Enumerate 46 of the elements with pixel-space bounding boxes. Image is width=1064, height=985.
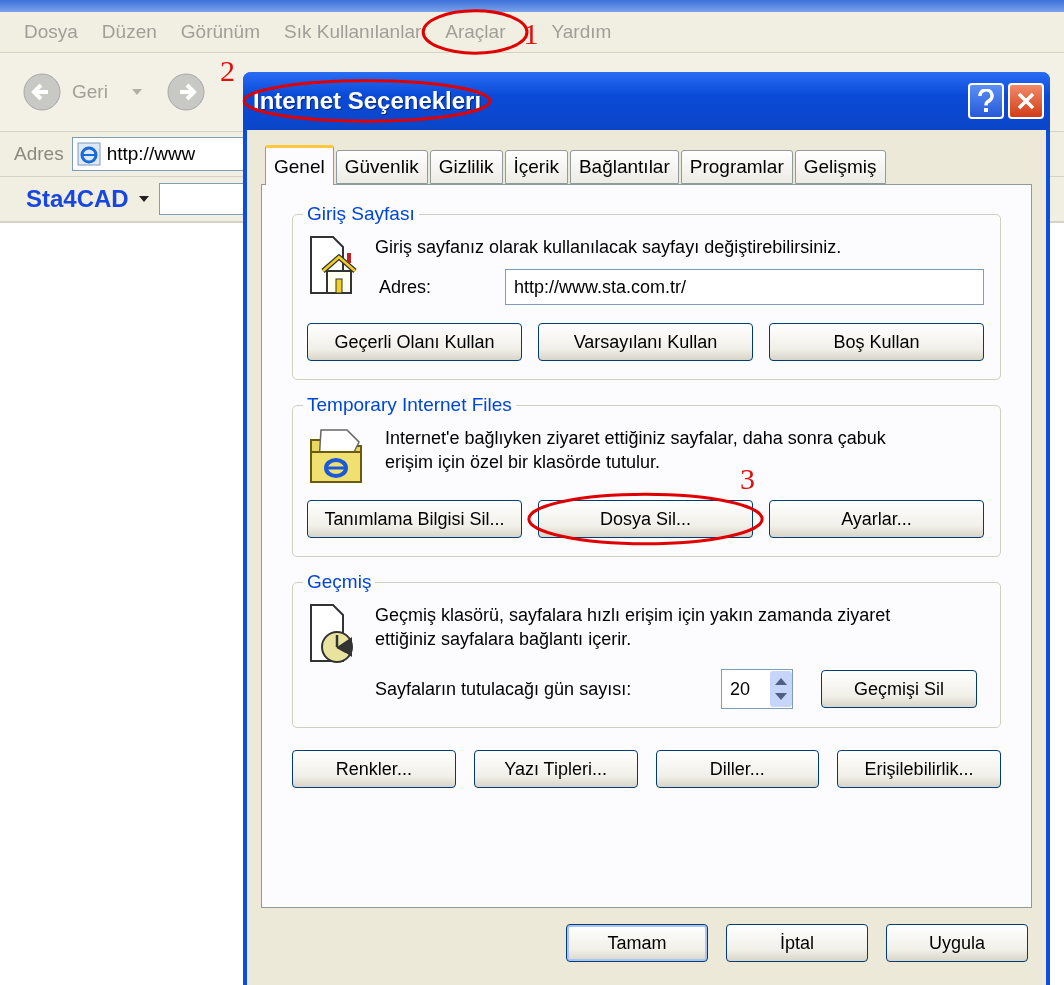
address-label: Adres: bbox=[378, 276, 433, 298]
help-button[interactable] bbox=[968, 83, 1004, 119]
annotation-number: 2 bbox=[220, 56, 235, 86]
clear-history-button[interactable]: Geçmişi Sil bbox=[821, 670, 977, 708]
action-button[interactable]: Diller... bbox=[655, 750, 820, 788]
tab[interactable]: Genel bbox=[265, 145, 334, 185]
help-icon bbox=[977, 89, 995, 113]
home-page-icon bbox=[307, 235, 359, 297]
action-button[interactable]: Tanımlama Bilgisi Sil... bbox=[307, 500, 522, 538]
window-title: Internet Seçenekleri bbox=[253, 87, 482, 115]
days-spinner[interactable]: 20 bbox=[721, 669, 793, 709]
days-label: Sayfaların tutulacağı gün sayısı: bbox=[375, 678, 633, 700]
tab[interactable]: Gelişmiş bbox=[794, 150, 886, 184]
action-button[interactable]: Dosya Sil... bbox=[538, 500, 753, 538]
tab[interactable]: Programlar bbox=[680, 150, 793, 184]
close-icon bbox=[1016, 91, 1036, 111]
description-text: Giriş sayfanız olarak kullanılacak sayfayı değiştirebilirsiniz. bbox=[375, 236, 843, 259]
action-button[interactable]: Varsayılanı Kullan bbox=[538, 323, 753, 361]
group-title: Geçmiş bbox=[306, 571, 373, 593]
address-text: http://www bbox=[106, 143, 196, 165]
tab[interactable]: Güvenlik bbox=[335, 150, 428, 184]
browser-icon bbox=[76, 142, 101, 166]
address-label: Adres bbox=[14, 143, 64, 165]
toolbar-title[interactable]: Sta4CAD bbox=[26, 185, 129, 213]
group-title: Temporary Internet Files bbox=[306, 394, 513, 416]
caret-icon[interactable] bbox=[138, 196, 149, 202]
dialog-button[interactable]: İptal bbox=[726, 924, 868, 962]
dialog-button[interactable]: Tamam bbox=[566, 924, 708, 962]
action-button[interactable]: Renkler... bbox=[292, 750, 456, 788]
address-input[interactable]: http://www.sta.com.tr/ bbox=[505, 269, 984, 305]
annotation-number: 1 bbox=[523, 19, 539, 49]
tab[interactable]: Bağlantılar bbox=[569, 150, 679, 184]
action-button[interactable]: Erişilebilirlik... bbox=[837, 750, 1001, 788]
spinner-arrows-icon[interactable] bbox=[770, 671, 792, 707]
action-button[interactable]: Ayarlar... bbox=[769, 500, 984, 538]
tab[interactable]: İçerik bbox=[504, 150, 568, 184]
dialog-button[interactable]: Uygula bbox=[886, 924, 1028, 962]
action-button[interactable]: Yazı Tipleri... bbox=[473, 750, 638, 788]
days-value: 20 bbox=[730, 678, 751, 700]
group-title: Giriş Sayfası bbox=[306, 203, 416, 225]
action-button[interactable]: Boş Kullan bbox=[769, 323, 984, 361]
annotation-number: 3 bbox=[740, 464, 755, 494]
description-text: Geçmiş klasörü, sayfalara hızlı erişim için yakın zamanda ziyaret ettiğiniz sayfalara bağlantı içerir. bbox=[375, 604, 892, 651]
tab[interactable]: Gizlilik bbox=[429, 150, 503, 184]
close-button[interactable] bbox=[1008, 83, 1044, 119]
action-button[interactable]: Geçerli Olanı Kullan bbox=[307, 323, 522, 361]
